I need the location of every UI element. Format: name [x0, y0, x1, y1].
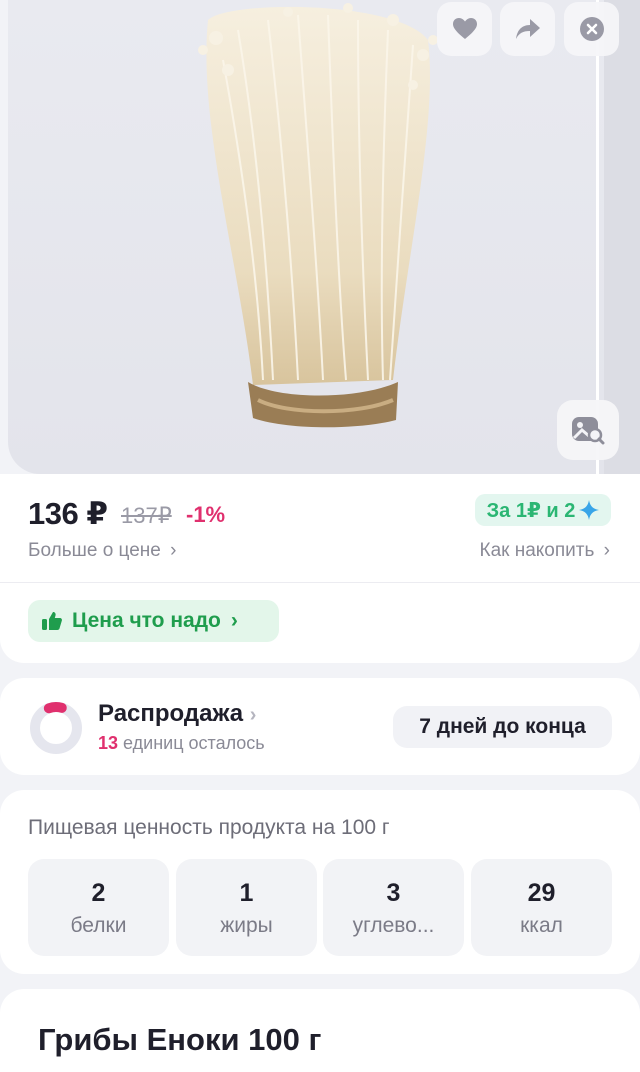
old-price: 137₽	[121, 503, 172, 528]
chevron-right-icon: ›	[603, 540, 610, 561]
product-image[interactable]	[8, 0, 640, 474]
sale-section[interactable]: Распродажа › 13 единиц осталось 7 дней д…	[0, 678, 640, 775]
sale-title[interactable]: Распродажа ›	[98, 700, 256, 728]
thumbs-up-icon	[42, 612, 62, 630]
nutrition-kcal: 29 ккал	[471, 859, 612, 956]
discount-badge: -1%	[186, 502, 226, 527]
product-photo-enoki	[198, 3, 438, 428]
chevron-right-icon: ›	[230, 609, 238, 632]
nutrition-title: Пищевая ценность продукта на 100 г	[28, 816, 390, 839]
close-button[interactable]	[564, 2, 619, 56]
product-title-section: Грибы Еноки 100 г	[0, 989, 640, 1072]
product-title: Грибы Еноки 100 г	[38, 1022, 322, 1057]
current-price: 136 ₽	[28, 496, 108, 531]
more-about-price-link[interactable]: Больше о цене ›	[28, 540, 176, 562]
nutrition-protein: 2 белки	[28, 859, 169, 956]
chevron-right-icon: ›	[170, 540, 177, 561]
bonus-chip[interactable]: За 1₽ и 2	[475, 494, 611, 526]
sale-remaining-ring	[30, 702, 82, 754]
heart-icon	[452, 18, 477, 39]
share-button[interactable]	[500, 2, 555, 56]
sale-remaining: 13 единиц осталось	[98, 733, 265, 753]
image-search-button[interactable]	[557, 400, 619, 460]
nutrition-carbs: 3 углево...	[323, 859, 464, 956]
bonus-text: За 1₽ и 2	[486, 499, 576, 522]
image-search-icon	[572, 417, 605, 445]
price-section: 136 ₽ 137₽ -1% За 1₽ и 2 Больше о цене ›…	[0, 474, 640, 582]
good-price-section: Цена что надо ›	[0, 583, 640, 663]
remaining-count: 13	[98, 733, 119, 753]
favorite-button[interactable]	[437, 2, 492, 56]
chevron-right-icon: ›	[249, 704, 257, 726]
nutrition-section: Пищевая ценность продукта на 100 г 2 бел…	[0, 790, 640, 974]
sparkle-icon	[579, 500, 600, 520]
days-left-badge: 7 дней до конца	[393, 706, 612, 748]
how-to-earn-link[interactable]: Как накопить ›	[480, 540, 611, 562]
close-icon	[579, 17, 604, 41]
nutrition-fat: 1 жиры	[176, 859, 317, 956]
good-price-chip[interactable]: Цена что надо ›	[28, 600, 279, 642]
share-icon	[515, 19, 540, 39]
